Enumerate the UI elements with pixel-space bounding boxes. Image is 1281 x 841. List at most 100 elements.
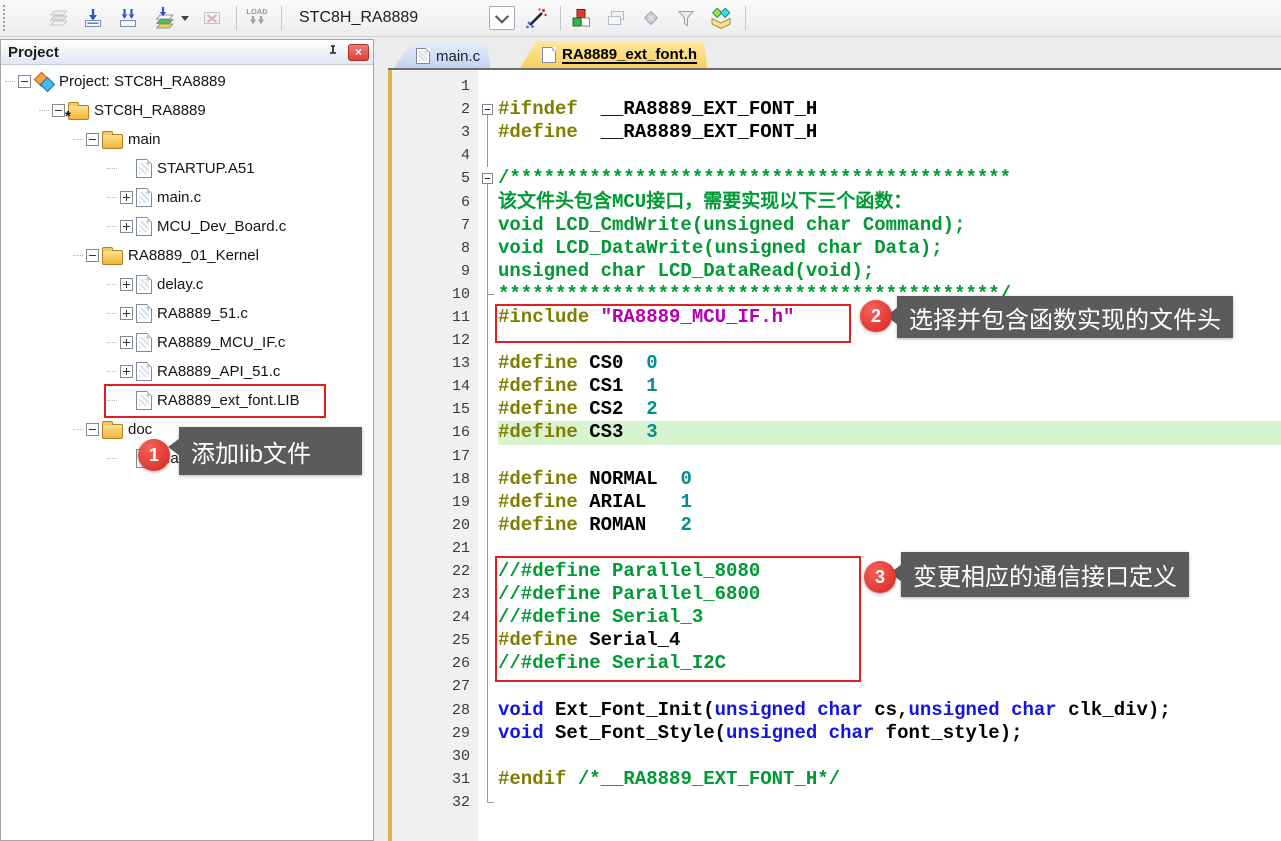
multi-window-button[interactable] <box>603 5 629 31</box>
tree-item-stc8h-ra8889[interactable]: *STC8H_RA8889 <box>1 96 373 125</box>
code-line[interactable]: 14#define CS1 1 <box>392 375 1281 398</box>
tree-item-label: RA8889_API_51.c <box>155 363 280 380</box>
code-line[interactable]: 1 <box>392 75 1281 98</box>
fold-margin <box>478 745 498 768</box>
tree-item-ra8889-51-c[interactable]: RA8889_51.c <box>1 299 373 328</box>
options-for-target-button[interactable] <box>523 5 549 31</box>
tree-item-label: Project: STC8H_RA8889 <box>57 73 226 90</box>
code-line[interactable]: 18#define NORMAL 0 <box>392 468 1281 491</box>
fold-toggle[interactable] <box>478 98 498 121</box>
code-line[interactable]: 29void Set_Font_Style(unsigned char font… <box>392 722 1281 745</box>
tree-item-ra8889-api-51-c[interactable]: RA8889_API_51.c <box>1 357 373 386</box>
code-line[interactable]: 24//#define Serial_3 <box>392 606 1281 629</box>
tree-item-ra8889-ext-font-lib[interactable]: RA8889_ext_font.LIB <box>1 386 373 415</box>
code-line[interactable]: 7void LCD_CmdWrite(unsigned char Command… <box>392 214 1281 237</box>
code-line[interactable]: 3#define __RA8889_EXT_FONT_H <box>392 121 1281 144</box>
fold-margin <box>478 652 498 675</box>
file-filter-button[interactable] <box>673 5 699 31</box>
build-button[interactable] <box>80 5 106 31</box>
toolbar-grip[interactable] <box>3 5 9 31</box>
tree-item-startup-a51[interactable]: STARTUP.A51 <box>1 154 373 183</box>
code-line[interactable]: 30 <box>392 745 1281 768</box>
fold-margin <box>478 260 498 283</box>
manage-project-items-button[interactable] <box>568 5 594 31</box>
expand-toggle[interactable] <box>120 220 133 233</box>
expand-toggle[interactable] <box>120 278 133 291</box>
tab-ra8889-ext-font-h[interactable]: RA8889_ext_font.h <box>520 41 707 68</box>
code-text: #ifndef __RA8889_EXT_FONT_H <box>498 98 1281 121</box>
code-line[interactable]: 4 <box>392 144 1281 167</box>
fold-margin <box>478 468 498 491</box>
tree-connector <box>107 458 117 459</box>
file-icon <box>136 188 152 207</box>
fold-toggle[interactable] <box>478 167 498 190</box>
code-line[interactable]: 25#define Serial_4 <box>392 629 1281 652</box>
tree-item-main[interactable]: main <box>1 125 373 154</box>
expand-toggle[interactable] <box>120 307 133 320</box>
target-dropdown-button[interactable] <box>489 6 515 30</box>
fold-margin <box>478 768 498 791</box>
line-number: 28 <box>392 702 478 719</box>
code-line[interactable]: 19#define ARIAL 1 <box>392 491 1281 514</box>
tree-item-delay-c[interactable]: delay.c <box>1 270 373 299</box>
code-text: void Ext_Font_Init(unsigned char cs,unsi… <box>498 699 1281 722</box>
code-line[interactable]: 32 <box>392 791 1281 814</box>
code-text: 该文件头包含MCU接口，需要实现以下三个函数： <box>498 190 1281 213</box>
manage-rte-button[interactable] <box>708 5 734 31</box>
download-button[interactable]: LOAD <box>244 5 270 31</box>
target-folder-icon: * <box>68 105 89 120</box>
code-text: #define ARIAL 1 <box>498 491 1281 514</box>
code-line[interactable]: 20#define ROMAN 2 <box>392 514 1281 537</box>
code-line[interactable]: 27 <box>392 675 1281 698</box>
tree-item-label: STC8H_RA8889 <box>92 102 206 119</box>
rebuild-button[interactable] <box>115 5 141 31</box>
tree-item-ra8889-01-kernel[interactable]: RA8889_01_Kernel <box>1 241 373 270</box>
toolbar-separator <box>745 6 746 30</box>
project-panel-header: Project × <box>1 40 373 65</box>
tree-item-mcu-dev-board-c[interactable]: MCU_Dev_Board.c <box>1 212 373 241</box>
pin-button[interactable] <box>324 43 342 61</box>
file-icon <box>136 217 152 236</box>
code-text: #endif /*__RA8889_EXT_FONT_H*/ <box>498 768 1281 791</box>
fold-margin <box>478 606 498 629</box>
batch-build-button[interactable] <box>150 5 176 31</box>
code-line[interactable]: 5/**************************************… <box>392 167 1281 190</box>
code-line[interactable]: 13#define CS0 0 <box>392 352 1281 375</box>
expand-toggle[interactable] <box>120 365 133 378</box>
expand-toggle[interactable] <box>86 249 99 262</box>
code-line[interactable]: 16#define CS3 3 <box>392 421 1281 444</box>
fold-margin <box>478 144 498 167</box>
target-select[interactable]: STC8H_RA8889 <box>299 9 485 27</box>
line-number: 20 <box>392 517 478 534</box>
flash-diamond-button[interactable] <box>638 5 664 31</box>
code-text: #define CS3 3 <box>498 421 1281 444</box>
stop-build-button[interactable] <box>199 5 225 31</box>
expand-toggle[interactable] <box>86 133 99 146</box>
toolbar-separator <box>236 6 237 30</box>
code-line[interactable]: 28 void Ext_Font_Init(unsigned char cs,un… <box>392 699 1281 722</box>
batch-build-caret-icon[interactable] <box>181 16 189 21</box>
expand-toggle[interactable] <box>86 423 99 436</box>
code-line[interactable]: 26//#define Serial_I2C <box>392 652 1281 675</box>
code-line[interactable]: 31#endif /*__RA8889_EXT_FONT_H*/ <box>392 768 1281 791</box>
tree-connector <box>107 284 117 285</box>
code-line[interactable]: 9unsigned char LCD_DataRead(void); <box>392 260 1281 283</box>
close-panel-button[interactable]: × <box>348 44 369 61</box>
code-editor[interactable]: 12#ifndef __RA8889_EXT_FONT_H3#define __… <box>388 70 1281 841</box>
tab-main-c[interactable]: main.c <box>394 44 490 68</box>
tree-item-label: MCU_Dev_Board.c <box>155 218 286 235</box>
expand-toggle[interactable] <box>120 336 133 349</box>
tree-item-ra8889-mcu-if-c[interactable]: RA8889_MCU_IF.c <box>1 328 373 357</box>
tree-item-main-c[interactable]: main.c <box>1 183 373 212</box>
code-line[interactable]: 8void LCD_DataWrite(unsigned char Data); <box>392 237 1281 260</box>
translate-button[interactable] <box>45 5 71 31</box>
code-line[interactable]: 2#ifndef __RA8889_EXT_FONT_H <box>392 98 1281 121</box>
tree-item-project-stc8h-ra8889[interactable]: Project: STC8H_RA8889 <box>1 67 373 96</box>
batch-build-icon <box>151 7 175 29</box>
expand-toggle[interactable] <box>52 104 65 117</box>
code-line[interactable]: 17 <box>392 445 1281 468</box>
expand-toggle[interactable] <box>120 191 133 204</box>
code-line[interactable]: 15#define CS2 2 <box>392 398 1281 421</box>
expand-toggle[interactable] <box>18 75 31 88</box>
code-line[interactable]: 6该文件头包含MCU接口，需要实现以下三个函数： <box>392 190 1281 213</box>
